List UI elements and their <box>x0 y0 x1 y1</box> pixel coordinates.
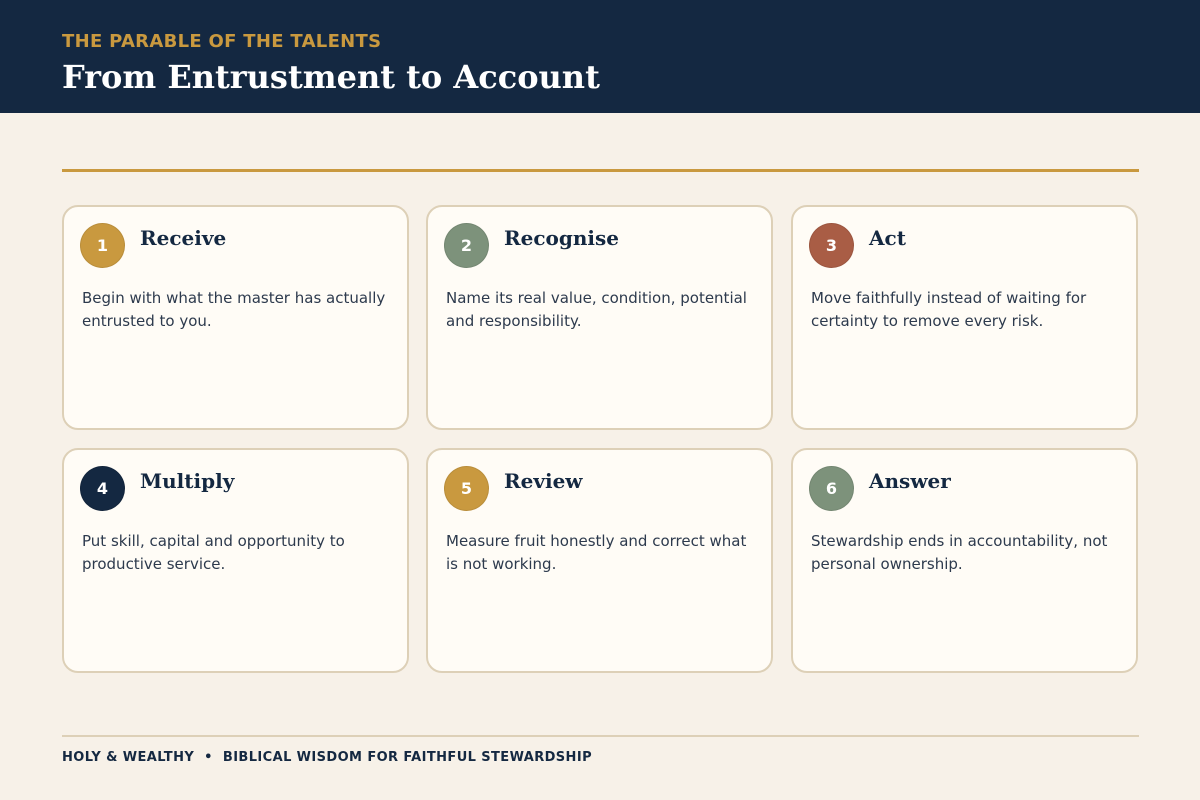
step-card-review: 5 Review Measure fruit honestly and corr… <box>426 448 773 673</box>
step-number-badge: 3 <box>809 223 854 268</box>
step-title: Answer <box>869 469 951 493</box>
step-description: Move faithfully instead of waiting for c… <box>811 289 1087 330</box>
step-description: Measure fruit honestly and correct what … <box>446 532 747 573</box>
step-card-answer: 6 Answer Stewardship ends in accountabil… <box>791 448 1138 673</box>
top-divider <box>62 169 1139 172</box>
step-description: Name its real value, condition, potentia… <box>446 289 747 330</box>
step-number-badge: 4 <box>80 466 125 511</box>
footer-separator: • <box>204 750 213 765</box>
step-title: Receive <box>140 226 227 250</box>
footer: HOLY & WEALTHY • BIBLICAL WISDOM FOR FAITH… <box>62 750 592 765</box>
bottom-divider <box>62 735 1139 737</box>
step-card-receive: 1 Receive Begin with what the master has… <box>62 205 409 430</box>
footer-tagline: BIBLICAL WISDOM FOR FAITHFUL STEWARDSHIP <box>222 750 593 765</box>
step-description: Stewardship ends in accountability, not … <box>811 532 1108 573</box>
step-description: Begin with what the master has actually … <box>82 289 386 330</box>
step-card-recognise: 2 Recognise Name its real value, conditi… <box>426 205 773 430</box>
step-number-badge: 5 <box>444 466 489 511</box>
step-number-badge: 6 <box>809 466 854 511</box>
step-card-act: 3 Act Move faithfully instead of waiting… <box>791 205 1138 430</box>
page-title: From Entrustment to Account <box>62 58 600 96</box>
step-card-multiply: 4 Multiply Put skill, capital and opport… <box>62 448 409 673</box>
eyebrow-label: THE PARABLE OF THE TALENTS <box>62 31 382 52</box>
header-banner: THE PARABLE OF THE TALENTS From Entrustm… <box>0 0 1200 113</box>
step-number-badge: 1 <box>80 223 125 268</box>
step-number-badge: 2 <box>444 223 489 268</box>
step-title: Act <box>869 226 906 250</box>
footer-brand: HOLY & WEALTHY <box>62 750 195 765</box>
step-title: Multiply <box>140 469 235 493</box>
step-title: Recognise <box>504 226 619 250</box>
step-title: Review <box>504 469 583 493</box>
step-description: Put skill, capital and opportunity to pr… <box>82 532 345 573</box>
